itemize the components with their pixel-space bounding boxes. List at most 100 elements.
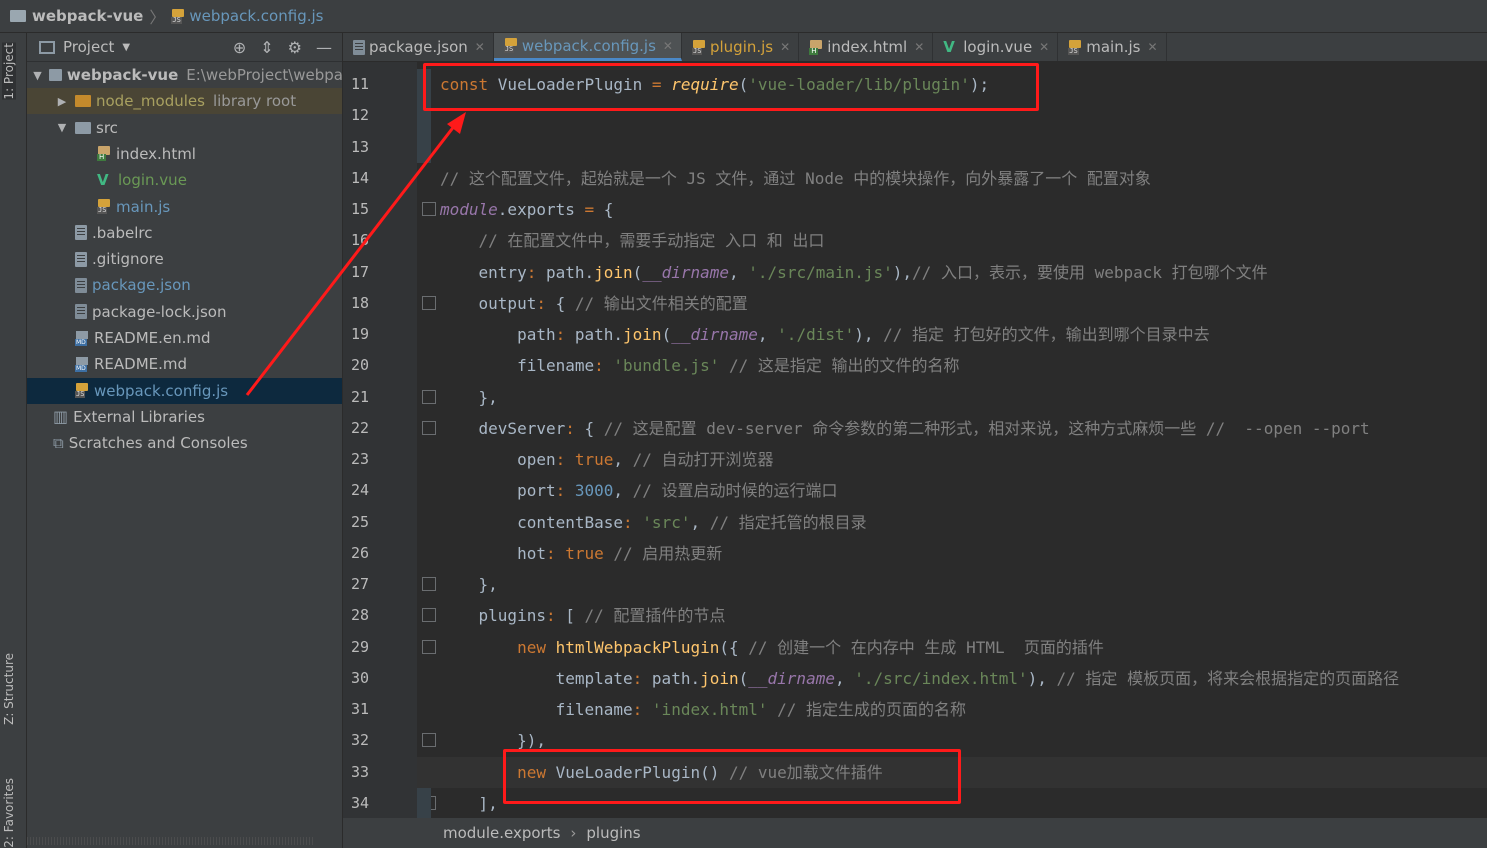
code-token: __dirname — [642, 262, 730, 282]
code-line[interactable]: filename: 'index.html' // 指定生成的页面的名称 — [440, 694, 966, 725]
code-line[interactable]: plugins: [ // 配置插件的节点 — [440, 600, 726, 631]
tool-tab-favorites-label: 2: Favorites — [2, 778, 16, 848]
code-token: './src/index.html' — [854, 668, 1028, 688]
code-token: , — [613, 450, 633, 469]
editor-tab[interactable]: Vlogin.vue ✕ — [933, 33, 1059, 61]
collapse-all-icon[interactable]: ⇕ — [260, 38, 273, 57]
tree-item[interactable]: ⧉ Scratches and Consoles — [27, 430, 342, 456]
code-line[interactable]: }, — [440, 569, 498, 600]
code-token: : — [545, 606, 566, 626]
tool-tab-structure[interactable]: Z: Structure — [2, 653, 16, 725]
close-icon[interactable]: ✕ — [663, 39, 673, 53]
code-token: , — [729, 262, 749, 282]
code-line[interactable]: ], — [440, 788, 498, 818]
breadcrumb-file[interactable]: webpack.config.js — [189, 7, 323, 25]
code-editor[interactable]: 11 12 13 14 15 16 17 18 19 20 21 22 23 24 25 26 27 28 29 30… — [343, 62, 1487, 818]
code-breadcrumb-module-exports[interactable]: module.exports — [443, 824, 560, 842]
fold-close-icon[interactable] — [422, 733, 436, 748]
project-panel-title[interactable]: Project — [63, 38, 114, 56]
tree-item[interactable]: main.js — [27, 194, 342, 220]
left-tool-strip: 1: Project Z: Structure 2: Favorites — [0, 33, 27, 848]
fold-close-icon[interactable] — [422, 389, 436, 404]
code-line[interactable]: // 在配置文件中，需要手动指定 入口 和 出口 — [440, 225, 825, 256]
tree-item[interactable]: Vlogin.vue — [27, 167, 342, 193]
line-number: 32 — [350, 731, 369, 750]
folder-orange-icon — [75, 95, 91, 108]
code-token: : — [545, 543, 566, 563]
code-token: : — [623, 512, 643, 532]
code-token: // 指定 模板页面，将来会根据指定的页面路径 — [1056, 668, 1400, 688]
code-line[interactable]: template: path.join(__dirname, './src/in… — [440, 663, 1399, 694]
close-icon[interactable]: ✕ — [780, 40, 790, 54]
code-token: = — [584, 200, 604, 219]
code-token: ( — [661, 325, 672, 344]
close-icon[interactable]: ✕ — [475, 40, 485, 54]
code-token: module — [440, 200, 498, 219]
code-line[interactable]: module.exports = { — [440, 194, 613, 225]
editor-tab[interactable]: plugin.js ✕ — [682, 33, 800, 61]
line-number: 21 — [350, 387, 369, 406]
tree-item[interactable]: ▼ src — [27, 115, 342, 141]
minimize-icon[interactable]: — — [316, 38, 332, 57]
locate-icon[interactable]: ⊕ — [233, 38, 246, 57]
code-line[interactable]: new htmlWebpackPlugin({ // 创建一个 在内存中 生成 … — [440, 632, 1104, 663]
code-line[interactable]: devServer: { // 这是配置 dev-server 命令参数的第二种… — [440, 413, 1370, 444]
tree-item[interactable]: README.md — [27, 351, 342, 377]
code-line[interactable]: path: path.join(__dirname, './dist'), //… — [440, 319, 1210, 350]
line-number: 15 — [350, 200, 369, 218]
tree-item[interactable]: ▼ webpack-vue E:\webProject\webpa — [27, 62, 342, 88]
code-line[interactable]: }, — [440, 382, 498, 413]
code-line[interactable]: filename: 'bundle.js' // 这是指定 输出的文件的名称 — [440, 350, 959, 381]
code-line[interactable]: entry: path.join(__dirname, './src/main.… — [440, 257, 1268, 288]
expand-down-icon[interactable]: ▼ — [55, 121, 69, 134]
editor-tab-label: plugin.js — [709, 38, 774, 56]
tree-item[interactable]: ▶ node_modules library root — [27, 88, 342, 115]
fold-close-icon[interactable] — [422, 577, 436, 591]
tree-item[interactable]: .babelrc — [27, 220, 342, 246]
gear-icon[interactable]: ⚙ — [288, 38, 302, 57]
close-icon[interactable]: ✕ — [1147, 40, 1157, 54]
code-token: // 入口，表示，要使用 webpack 打包哪个文件 — [912, 262, 1268, 282]
code-line[interactable]: port: 3000, // 设置启动时候的运行端口 — [440, 475, 838, 506]
tree-item[interactable]: ▥ External Libraries — [27, 404, 342, 430]
editor-tab[interactable]: index.html ✕ — [799, 33, 934, 61]
code-line[interactable]: // 这个配置文件，起始就是一个 JS 文件，通过 Node 中的模块操作，向外… — [440, 163, 1151, 194]
horizontal-scrollbar[interactable] — [27, 837, 313, 845]
tool-tab-project-label: 1: Project — [2, 43, 16, 100]
code-token: , — [834, 668, 855, 688]
tool-tab-project[interactable]: 1: Project — [2, 43, 16, 100]
code-token: ( — [632, 262, 643, 282]
breadcrumb-project[interactable]: webpack-vue — [32, 7, 143, 25]
fold-open-icon[interactable] — [422, 295, 436, 310]
tree-item[interactable]: webpack.config.js — [27, 377, 342, 404]
fold-open-icon[interactable] — [422, 639, 436, 654]
code-line[interactable]: hot: true // 启用热更新 — [440, 538, 722, 569]
code-token: contentBase — [440, 512, 624, 532]
fold-open-icon[interactable] — [422, 420, 436, 435]
fold-open-icon[interactable] — [422, 202, 436, 216]
code-line[interactable]: contentBase: 'src', // 指定托管的根目录 — [440, 507, 867, 538]
tool-tab-favorites[interactable]: 2: Favorites — [2, 778, 16, 848]
editor-tab[interactable]: main.js ✕ — [1058, 33, 1167, 61]
vcs-change-marker[interactable] — [417, 787, 431, 818]
tree-item[interactable]: .gitignore — [27, 246, 342, 272]
tree-item-label: README.en.md — [94, 329, 211, 347]
expand-down-icon[interactable]: ▼ — [32, 69, 43, 82]
chevron-down-icon[interactable]: ▼ — [122, 42, 130, 53]
code-token: , — [757, 325, 778, 344]
tree-item[interactable]: package.json — [27, 272, 342, 298]
editor-tab[interactable]: package.json ✕ — [343, 33, 494, 61]
tree-item[interactable]: package-lock.json — [27, 299, 342, 325]
tree-item-label: package.json — [92, 276, 191, 295]
tree-item[interactable]: index.html — [27, 141, 342, 167]
code-line[interactable]: open: true, // 自动打开浏览器 — [440, 444, 774, 475]
tree-item[interactable]: README.en.md — [27, 325, 342, 351]
code-breadcrumb-plugins[interactable]: plugins — [586, 824, 640, 842]
editor-tab[interactable]: webpack.config.js ✕ — [493, 33, 682, 61]
fold-open-icon[interactable] — [422, 608, 436, 623]
close-icon[interactable]: ✕ — [914, 40, 924, 54]
expand-right-icon[interactable]: ▶ — [55, 95, 69, 108]
code-line[interactable]: output: { // 输出文件相关的配置 — [440, 288, 748, 319]
close-icon[interactable]: ✕ — [1039, 40, 1049, 54]
